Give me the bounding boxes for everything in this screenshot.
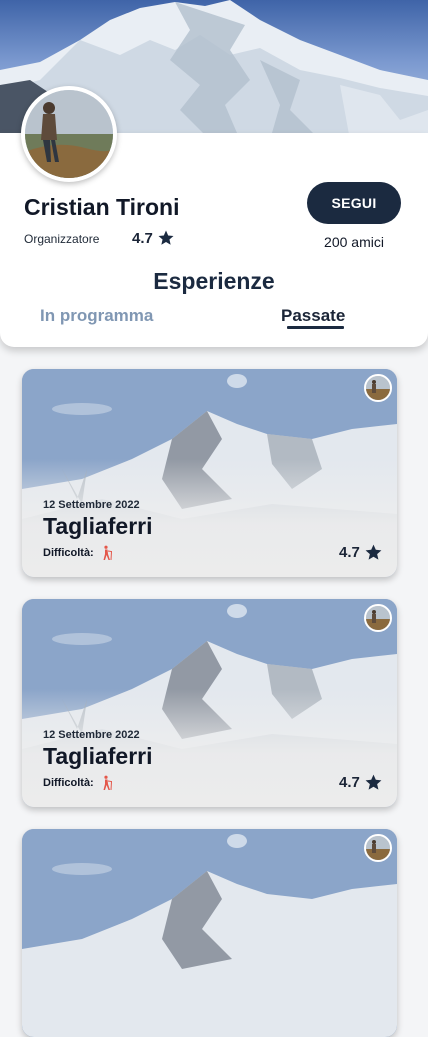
profile-name: Cristian Tironi <box>24 194 180 220</box>
experience-card[interactable]: 12 Settembre 2022 Tagliaferri Difficoltà… <box>22 369 397 577</box>
organizer-avatar[interactable] <box>364 834 392 862</box>
star-icon <box>365 774 382 790</box>
star-icon <box>158 230 174 245</box>
profile-rating: 4.7 <box>132 229 175 247</box>
follow-button[interactable]: SEGUI <box>307 182 401 224</box>
experience-rating: 4.7 <box>339 773 383 792</box>
profile-rating-value: 4.7 <box>132 229 153 247</box>
profile-avatar[interactable] <box>21 86 117 182</box>
star-icon <box>365 544 382 560</box>
experience-card[interactable]: 12 Settembre 2022 Tagliaferri Difficoltà… <box>22 599 397 807</box>
experiences-title: Esperienze <box>153 268 275 294</box>
hiker-icon <box>103 775 112 791</box>
experience-title: Tagliaferri <box>43 513 153 539</box>
experience-title: Tagliaferri <box>43 743 153 769</box>
experience-rating-value: 4.7 <box>339 544 360 561</box>
profile-role: Organizzatore <box>24 232 100 246</box>
tab-upcoming[interactable]: In programma <box>40 306 153 326</box>
experience-date: 12 Settembre 2022 <box>43 729 140 741</box>
experience-date: 12 Settembre 2022 <box>43 499 140 511</box>
difficulty-label: Difficoltà: <box>43 777 94 789</box>
experience-difficulty: Difficoltà: <box>43 775 114 791</box>
difficulty-label: Difficoltà: <box>43 547 94 559</box>
organizer-avatar[interactable] <box>364 604 392 632</box>
active-tab-indicator <box>287 326 344 329</box>
friends-count[interactable]: 200 amici <box>307 234 401 250</box>
experience-rating: 4.7 <box>339 543 383 562</box>
organizer-avatar[interactable] <box>364 374 392 402</box>
experience-card[interactable] <box>22 829 397 1037</box>
experience-difficulty: Difficoltà: <box>43 545 114 561</box>
experience-photo <box>22 829 397 1037</box>
experience-rating-value: 4.7 <box>339 774 360 791</box>
tab-past[interactable]: Passate <box>281 306 345 326</box>
hiker-icon <box>103 545 112 561</box>
